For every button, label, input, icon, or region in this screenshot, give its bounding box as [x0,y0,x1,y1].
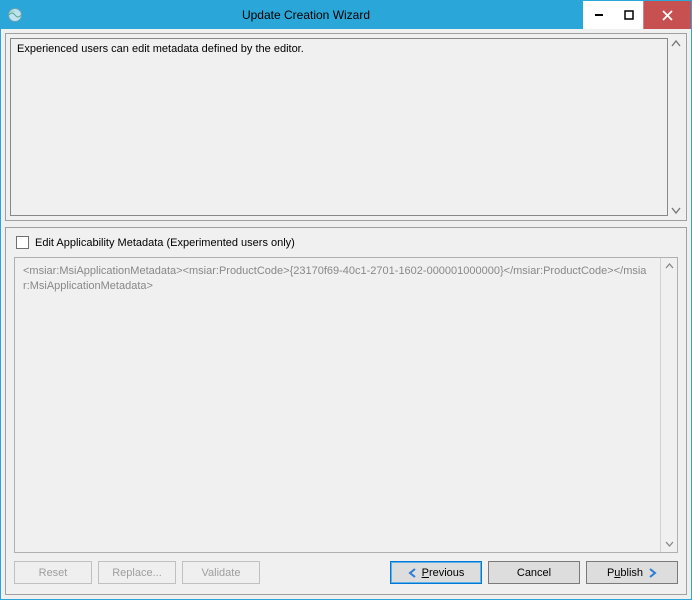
titlebar[interactable]: Update Creation Wizard [1,1,691,29]
button-row: Reset Replace... Validate Previous Cance… [6,555,686,594]
button-label: Previous [422,567,465,579]
window-controls [583,1,691,29]
maximize-button[interactable] [613,1,643,29]
arrow-right-icon [647,568,657,578]
button-label: Replace... [112,567,162,579]
xml-textarea[interactable]: <msiar:MsiApplicationMetadata><msiar:Pro… [15,258,660,552]
button-label: Cancel [517,567,551,579]
cancel-button[interactable]: Cancel [488,561,580,584]
edit-metadata-checkbox[interactable] [16,236,29,249]
reset-button[interactable]: Reset [14,561,92,584]
description-panel: Experienced users can edit metadata defi… [5,33,687,221]
xml-textarea-wrap: <msiar:MsiApplicationMetadata><msiar:Pro… [14,257,678,553]
app-icon [1,1,29,29]
close-button[interactable] [643,1,691,29]
scroll-down-icon[interactable] [661,535,677,552]
scroll-down-icon[interactable] [668,202,684,218]
applicability-panel: Edit Applicability Metadata (Experimente… [5,227,687,595]
description-text: Experienced users can edit metadata defi… [17,43,304,55]
button-label: Validate [202,567,241,579]
scroll-up-icon[interactable] [668,36,684,52]
description-textbox[interactable]: Experienced users can edit metadata defi… [10,38,668,216]
edit-metadata-label: Edit Applicability Metadata (Experimente… [35,237,295,249]
scroll-up-icon[interactable] [661,258,677,275]
publish-button[interactable]: Publish [586,561,678,584]
replace-button[interactable]: Replace... [98,561,176,584]
xml-scrollbar[interactable] [660,258,677,552]
window-title: Update Creation Wizard [29,1,583,29]
edit-metadata-row: Edit Applicability Metadata (Experimente… [6,228,686,253]
minimize-button[interactable] [583,1,613,29]
client-area: Experienced users can edit metadata defi… [1,29,691,599]
window-frame: Update Creation Wizard Experienced users… [0,0,692,600]
arrow-left-icon [408,568,418,578]
button-label: Reset [39,567,68,579]
previous-button[interactable]: Previous [390,561,482,584]
button-label: Publish [607,567,643,579]
validate-button[interactable]: Validate [182,561,260,584]
